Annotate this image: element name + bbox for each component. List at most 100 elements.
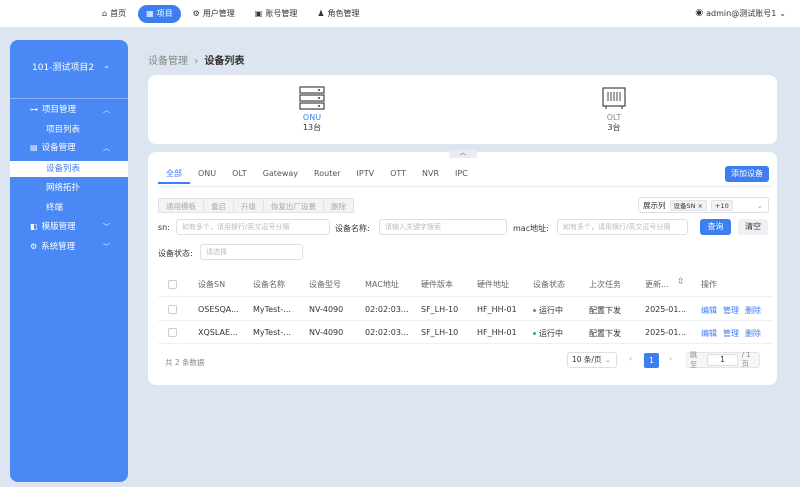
nav-account-management[interactable]: ▣ 账号管理 [247,5,306,23]
page-number[interactable]: 1 [644,353,659,368]
tab-ipc[interactable]: IPC [447,164,476,184]
template-icon: ◧ [30,222,38,231]
onu-count: 13台 [302,123,322,132]
device-name-input[interactable]: 请输入关键字搜索 [379,219,507,235]
device-status-select[interactable]: 请选择 [200,244,303,260]
nav-role-management[interactable]: ♟ 角色管理 [309,5,367,23]
cell-updated: 2025-01... [645,305,687,314]
prev-page-icon[interactable]: ‹ [629,354,632,363]
reset-button[interactable]: 清空 [738,219,768,235]
col-mac: MAC地址 [365,280,399,289]
row-checkbox[interactable] [168,328,177,337]
query-button[interactable]: 查询 [700,219,731,235]
edit-link[interactable]: 编辑 [701,305,717,316]
user-icon: ◉ [695,8,704,18]
sidebar-group-project-management[interactable]: ⊶ 项目管理 ︿ [10,102,128,118]
column-more-tag: +10 [711,199,733,211]
tab-router[interactable]: Router [306,164,349,184]
col-software: 硬件版本 [421,280,453,289]
tab-gateway[interactable]: Gateway [255,164,306,184]
manage-link[interactable]: 管理 [723,328,739,339]
sidebar-item-device-list[interactable]: 设备列表 [10,161,128,177]
manage-link[interactable]: 管理 [723,305,739,316]
col-updated[interactable]: 更新... [645,279,669,290]
status-dot [533,332,536,335]
sidebar-group-label: 模版管理 [41,222,76,232]
sidebar-group-template-management[interactable]: ◧ 模版管理 ﹀ [10,219,128,235]
sort-icon[interactable]: ⇳ [677,277,685,287]
tab-all[interactable]: 全部 [158,164,190,184]
sidebar-item-network-topology[interactable]: 网络拓扑 [10,180,128,196]
tab-iptv[interactable]: IPTV [349,164,383,184]
cell-model: NV-4090 [309,305,344,314]
project-name: 101-测试项目2 [32,63,95,73]
olt-summary[interactable]: OLT 3台 [601,85,627,133]
batch-toolbar: 通用模板 重启 升级 恢复出厂设置 删除 [158,198,354,213]
tab-nvr[interactable]: NVR [414,164,447,184]
factory-reset-button[interactable]: 恢复出厂设置 [263,198,324,213]
collapse-toggle[interactable]: ︿ [449,150,477,158]
user-menu[interactable]: ◉ admin@测试账号1 ⌄ [695,8,786,19]
delete-button[interactable]: 删除 [323,198,354,213]
mac-input[interactable]: 如有多个，请用换行/英文逗号分隔 [557,219,688,235]
sn-input[interactable]: 如有多个，请用换行/英文逗号分隔 [176,219,330,235]
divider [10,98,128,99]
close-icon[interactable]: × [698,202,703,210]
breadcrumb-parent[interactable]: 设备管理 [148,56,188,67]
onu-label: ONU [302,113,322,122]
reboot-button[interactable]: 重启 [203,198,234,213]
tab-ott[interactable]: OTT [382,164,414,184]
nav-label: 用户管理 [202,9,235,18]
olt-device-icon [602,87,626,109]
col-name: 设备名称 [253,280,285,289]
nav-home[interactable]: ⌂ 首页 [94,5,134,23]
cell-last-task: 配置下发 [589,329,621,338]
sidebar-group-system-management[interactable]: ⚙ 系统管理 ﹀ [10,239,128,255]
row-checkbox[interactable] [168,305,177,314]
col-status: 设备状态 [533,280,565,289]
select-all-checkbox[interactable] [168,280,177,289]
nav-user-management[interactable]: ⚙ 用户管理 [185,5,243,23]
tab-onu[interactable]: ONU [190,164,224,184]
sidebar-item-project-list[interactable]: 项目列表 [10,122,128,138]
cell-last-task: 配置下发 [589,306,621,315]
chevron-up-icon: ︿ [103,106,110,114]
chevron-up-icon: ︿ [103,144,110,152]
jump-input[interactable]: 1 [707,354,738,366]
chevron-up-icon: ︿ [459,150,466,157]
delete-link[interactable]: 删除 [745,328,761,339]
chevron-down-icon: ⌄ [604,355,611,364]
next-page-icon[interactable]: › [669,354,672,363]
col-hardware: 硬件地址 [477,280,509,289]
summary-card [148,75,777,144]
status-placeholder: 请选择 [206,248,227,256]
add-device-button[interactable]: 添加设备 [725,166,769,182]
nav-label: 项目 [156,9,173,18]
apply-template-button[interactable]: 通用模板 [158,198,204,213]
project-selector[interactable]: 101-测试项目2 ⌄ [10,60,128,73]
top-bar: ⌂ 首页 ▦ 项目 ⚙ 用户管理 ▣ 账号管理 ♟ 角色管理 ◉ admin@测试账号1 … [0,0,800,28]
delete-link[interactable]: 删除 [745,305,761,316]
sidebar-item-label: 网络拓扑 [46,183,81,193]
edit-link[interactable]: 编辑 [701,328,717,339]
tab-olt[interactable]: OLT [224,164,255,184]
column-tag-label: 设备SN [673,201,696,210]
cell-sn: OSESQA... [198,305,239,314]
sidebar-group-device-management[interactable]: ▤ 设备管理 ︿ [10,140,128,156]
sidebar-item-terminal[interactable]: 终端 [10,200,128,216]
olt-label: OLT [606,113,622,122]
column-selector[interactable]: 展示列 设备SN × +10 ⌄ [638,197,769,213]
sidebar-group-label: 系统管理 [41,242,76,252]
nav-projects[interactable]: ▦ 项目 [138,5,181,23]
col-sn: 设备SN [198,280,226,289]
breadcrumb: 设备管理 › 设备列表 [148,52,244,67]
status-dot [533,309,536,312]
onu-summary[interactable]: ONU 13台 [299,85,325,133]
column-selector-label: 展示列 [643,200,666,210]
breadcrumb-separator: › [194,56,199,67]
total-count: 共 2 条数据 [165,358,205,367]
mac-label: mac地址: [513,224,549,233]
upgrade-button[interactable]: 升级 [233,198,264,213]
page-size-select[interactable]: 10 条/页 ⌄ [567,352,617,368]
top-nav: ⌂ 首页 ▦ 项目 ⚙ 用户管理 ▣ 账号管理 ♟ 角色管理 [94,5,368,23]
